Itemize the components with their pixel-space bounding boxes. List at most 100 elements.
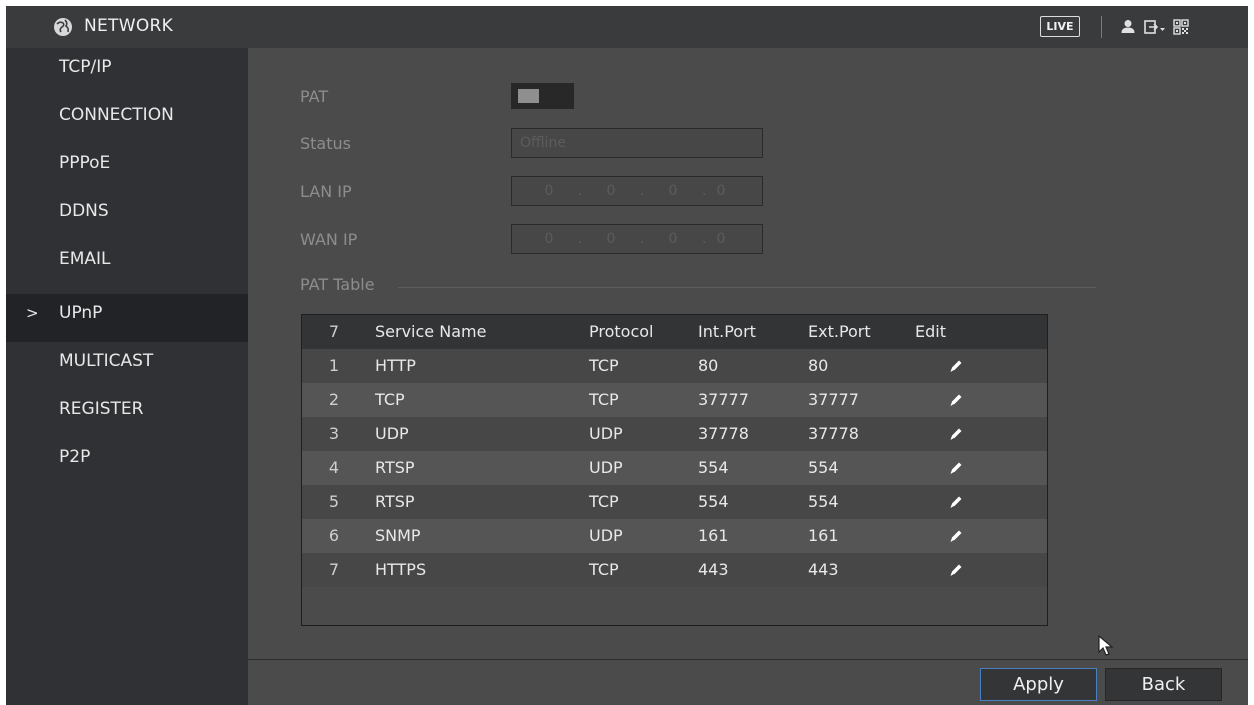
sidebar-item-label: MULTICAST [59,351,154,371]
header-int-port[interactable]: Int.Port [698,315,756,349]
wan-ip-label: WAN IP [300,230,358,249]
apply-button[interactable]: Apply [980,668,1097,701]
sidebar-item-label: REGISTER [59,399,144,419]
top-bar: NETWORK LIVE [6,6,1248,48]
sidebar-item-label: CONNECTION [59,105,174,125]
protocol-cell: TCP [589,390,619,409]
row-number: 2 [328,390,340,409]
ip-octet: 0 [668,231,678,247]
int-port-cell: 37777 [698,390,749,409]
table-row[interactable]: 6 SNMP UDP 161 161 [302,519,1047,553]
sidebar-item-p2p[interactable]: P2P [6,438,248,486]
ext-port-cell: 554 [808,458,839,477]
sidebar-item-multicast[interactable]: MULTICAST [6,342,248,390]
int-port-cell: 37778 [698,424,749,443]
protocol-cell: TCP [589,356,619,375]
ip-octet: 0 [668,183,678,199]
header-ext-port[interactable]: Ext.Port [808,315,871,349]
status-label: Status [300,134,351,153]
ext-port-cell: 554 [808,492,839,511]
pat-toggle[interactable] [511,83,574,109]
ext-port-cell: 80 [808,356,829,375]
header-protocol[interactable]: Protocol [589,315,653,349]
ip-octet: 0 [544,231,554,247]
protocol-cell: UDP [589,526,623,545]
int-port-cell: 443 [698,560,729,579]
sidebar-item-pppoe[interactable]: PPPoE [6,144,248,192]
edit-pencil-icon[interactable] [948,358,964,374]
page-title: NETWORK [84,16,174,36]
sidebar-item-email[interactable]: EMAIL [6,240,248,288]
table-row[interactable]: 2 TCP TCP 37777 37777 [302,383,1047,417]
pat-label: PAT [300,87,329,106]
wan-ip-field: 0.0.0.0 [511,224,763,254]
service-name-cell: RTSP [375,492,415,511]
int-port-cell: 554 [698,458,729,477]
back-button[interactable]: Back [1105,668,1222,701]
table-row[interactable]: 3 UDP UDP 37778 37778 [302,417,1047,451]
edit-pencil-icon[interactable] [948,392,964,408]
edit-pencil-icon[interactable] [948,460,964,476]
header-service-name[interactable]: Service Name [375,315,486,349]
sidebar-item-label: TCP/IP [59,57,112,77]
protocol-cell: UDP [589,458,623,477]
lan-ip-field: 0.0.0.0 [511,176,763,206]
logout-icon[interactable] [1143,17,1167,37]
row-number: 3 [328,424,340,443]
ext-port-cell: 37777 [808,390,859,409]
table-row[interactable]: 5 RTSP TCP 554 554 [302,485,1047,519]
header-count: 7 [328,322,340,341]
table-row[interactable]: 1 HTTP TCP 80 80 [302,349,1047,383]
sidebar-item-upnp[interactable]: > UPnP [6,294,248,342]
ip-octet: 0 [716,183,726,199]
int-port-cell: 554 [698,492,729,511]
edit-pencil-icon[interactable] [948,494,964,510]
footer-divider [248,659,1248,660]
ext-port-cell: 161 [808,526,839,545]
sidebar-item-label: DDNS [59,201,109,221]
live-button[interactable]: LIVE [1040,16,1080,37]
service-name-cell: HTTP [375,356,416,375]
service-name-cell: TCP [375,390,405,409]
edit-pencil-icon[interactable] [948,528,964,544]
ip-octet: 0 [606,183,616,199]
service-name-cell: SNMP [375,526,421,545]
table-header: 7 Service Name Protocol Int.Port Ext.Por… [302,315,1047,349]
main-panel: PAT Status Offline LAN IP 0.0.0.0 WAN IP… [248,48,1248,705]
row-number: 4 [328,458,340,477]
row-number: 1 [328,356,340,375]
sidebar-item-label: P2P [59,447,91,467]
qrcode-icon[interactable] [1171,17,1191,37]
mouse-cursor-icon [1098,635,1114,656]
sidebar-item-label: UPnP [59,303,103,323]
table-row[interactable]: 4 RTSP UDP 554 554 [302,451,1047,485]
user-icon[interactable] [1118,17,1138,37]
protocol-cell: TCP [589,560,619,579]
toolbar-divider [1101,16,1102,38]
edit-pencil-icon[interactable] [948,426,964,442]
service-name-cell: RTSP [375,458,415,477]
status-value: Offline [520,135,566,151]
ext-port-cell: 37778 [808,424,859,443]
int-port-cell: 80 [698,356,719,375]
pat-table: 7 Service Name Protocol Int.Port Ext.Por… [301,314,1048,626]
int-port-cell: 161 [698,526,729,545]
ip-octet: 0 [544,183,554,199]
sidebar-item-register[interactable]: REGISTER [6,390,248,438]
sidebar-item-label: EMAIL [59,249,111,269]
sidebar-item-connection[interactable]: CONNECTION [6,96,248,144]
sidebar-item-label: PPPoE [59,153,111,173]
sidebar: TCP/IP CONNECTION PPPoE DDNS EMAIL > UPn… [6,48,248,705]
section-divider [398,287,1096,288]
ext-port-cell: 443 [808,560,839,579]
status-field: Offline [511,128,763,158]
ip-octet: 0 [606,231,616,247]
row-number: 6 [328,526,340,545]
protocol-cell: UDP [589,424,623,443]
edit-pencil-icon[interactable] [948,562,964,578]
table-row[interactable]: 7 HTTPS TCP 443 443 [302,553,1047,587]
protocol-cell: TCP [589,492,619,511]
sidebar-item-ddns[interactable]: DDNS [6,192,248,240]
sidebar-item-tcpip[interactable]: TCP/IP [6,48,248,96]
header-edit: Edit [915,322,946,341]
